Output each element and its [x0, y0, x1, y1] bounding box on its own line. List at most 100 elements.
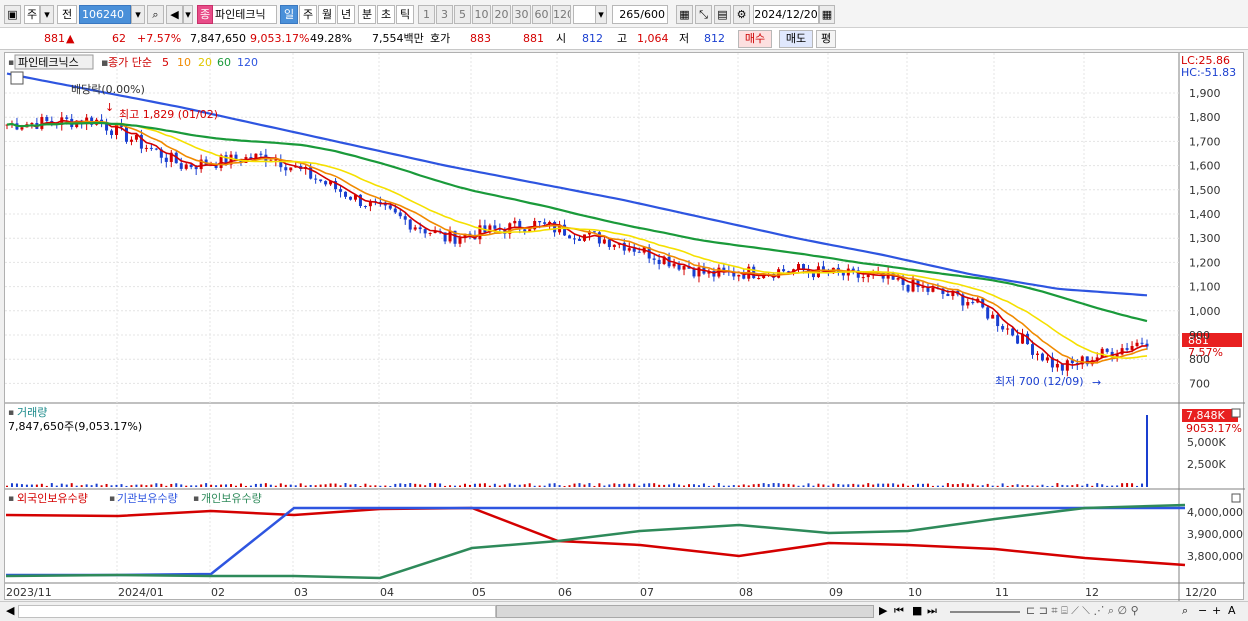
- search-icon[interactable]: ⌕: [147, 5, 164, 24]
- count-display[interactable]: 265/600: [612, 5, 668, 24]
- volume-bar: [558, 485, 561, 487]
- volume-bar: [1006, 485, 1009, 487]
- gear-icon[interactable]: ⚙: [733, 5, 750, 24]
- volume-bar: [946, 483, 949, 487]
- volume-bar: [190, 485, 193, 487]
- interval-10[interactable]: 10: [472, 5, 491, 24]
- sell-button[interactable]: 매도: [779, 30, 813, 48]
- volume-title[interactable]: 거래량: [17, 406, 47, 419]
- candle: [423, 229, 427, 234]
- volume-bar: [314, 485, 317, 487]
- price-tick-label: 1,400: [1189, 208, 1221, 221]
- period-month[interactable]: 월: [318, 5, 336, 24]
- speaker-icon[interactable]: ◀: [166, 5, 183, 24]
- candle: [1120, 348, 1124, 355]
- zoom-slider[interactable]: [950, 611, 1020, 613]
- candle: [672, 263, 676, 267]
- volume-bar: [344, 483, 347, 487]
- interval-30[interactable]: 30: [512, 5, 531, 24]
- volume-bar: [653, 483, 656, 487]
- scroll-right-icon[interactable]: ▶: [879, 604, 887, 617]
- volume-bar: [678, 484, 681, 487]
- stop-icon[interactable]: ■: [912, 604, 922, 617]
- volume-bar: [215, 485, 218, 487]
- buy-button[interactable]: 매수: [738, 30, 772, 48]
- holding-lines: [5, 503, 1186, 580]
- code-dropdown-icon[interactable]: ▾: [131, 5, 145, 24]
- price-tick-label: 800: [1189, 353, 1210, 366]
- volume-bar: [603, 485, 606, 487]
- period-minute[interactable]: 분: [358, 5, 376, 24]
- interval-20[interactable]: 20: [492, 5, 511, 24]
- tool-grid-icon[interactable]: ▦: [676, 5, 693, 24]
- speaker-dropdown-icon[interactable]: ▾: [183, 5, 193, 24]
- minus-icon[interactable]: −: [1198, 604, 1207, 617]
- current-price: 881: [44, 32, 65, 45]
- volume-bar: [1051, 485, 1054, 487]
- volume-close-icon[interactable]: [1231, 408, 1241, 418]
- market-select[interactable]: 주: [24, 5, 40, 24]
- interval-120[interactable]: 120: [552, 5, 571, 24]
- table-icon[interactable]: [10, 71, 24, 85]
- candle: [607, 239, 611, 248]
- volume-bar: [468, 484, 471, 487]
- candle: [388, 205, 392, 209]
- last-page-icon[interactable]: ⏭: [927, 604, 937, 618]
- volume-bar: [628, 483, 631, 487]
- interval-3[interactable]: 3: [436, 5, 453, 24]
- stock-code-input[interactable]: 106240: [79, 5, 131, 24]
- candle: [398, 212, 402, 217]
- calendar-icon[interactable]: ▦: [819, 5, 835, 24]
- plus-icon[interactable]: +: [1212, 604, 1221, 617]
- scroll-left-icon[interactable]: ◀: [6, 604, 14, 617]
- interval-60[interactable]: 60: [532, 5, 551, 24]
- volume-bar: [444, 485, 447, 487]
- volume-bar: [727, 485, 730, 487]
- save-icon[interactable]: ▤: [714, 5, 731, 24]
- volume-bar: [364, 483, 367, 487]
- font-icon[interactable]: A: [1228, 604, 1236, 617]
- price-panel-title[interactable]: 파인테크닉스: [18, 56, 79, 69]
- individual-holding-label[interactable]: 개인보유수량: [201, 492, 262, 505]
- first-page-icon[interactable]: ⏮: [894, 604, 904, 618]
- hc-label: HC:-51.83: [1181, 66, 1236, 79]
- interval-dropdown-icon[interactable]: ▾: [595, 5, 607, 24]
- avg-button[interactable]: 평: [816, 30, 836, 48]
- volume-bar: [439, 483, 442, 487]
- market-dropdown-icon[interactable]: ▾: [40, 5, 54, 24]
- type-select[interactable]: 전: [57, 5, 77, 24]
- period-second[interactable]: 초: [377, 5, 395, 24]
- period-tick[interactable]: 틱: [396, 5, 414, 24]
- chart-area[interactable]: ▪ 파인테크닉스 ▪ 종가 단순 5 10 20 60 120 배당락(0.00…: [4, 52, 1245, 601]
- ma-label[interactable]: 종가 단순: [108, 56, 152, 69]
- foreign-holding-label[interactable]: 외국인보유수량: [17, 492, 88, 505]
- tool-icons[interactable]: ⊏ ⊐ ⌗ ⌸ ⟋ ⟍ ⋰ ⌕ ∅ ⚲: [1026, 604, 1139, 618]
- volume-bar: [976, 485, 979, 487]
- volume-bar: [155, 483, 158, 487]
- volume-bar: [95, 483, 98, 487]
- period-week[interactable]: 주: [299, 5, 317, 24]
- price-tick-label: 1,500: [1189, 184, 1221, 197]
- volume-bar: [80, 485, 83, 487]
- price-tick-label: 1,600: [1189, 160, 1221, 173]
- volume-bar: [473, 483, 476, 487]
- tool-line-icon[interactable]: ⤡: [695, 5, 712, 24]
- candle: [1130, 346, 1134, 350]
- scroll-track[interactable]: [18, 605, 496, 618]
- volume-bar: [389, 485, 392, 487]
- institution-holding-label[interactable]: 기관보유수량: [117, 492, 178, 505]
- interval-5[interactable]: 5: [454, 5, 471, 24]
- period-year[interactable]: 년: [337, 5, 355, 24]
- layout-icon[interactable]: ▣: [4, 5, 21, 24]
- interval-1[interactable]: 1: [418, 5, 435, 24]
- volume-bar: [1071, 485, 1074, 487]
- date-input[interactable]: 2024/12/20: [753, 5, 819, 24]
- volume-bar: [1091, 485, 1094, 487]
- candle: [577, 238, 581, 241]
- chart-svg[interactable]: ▪ 파인테크닉스 ▪ 종가 단순 5 10 20 60 120 배당락(0.00…: [5, 53, 1245, 601]
- holding-close-icon[interactable]: [1231, 493, 1241, 503]
- period-day[interactable]: 일: [280, 5, 298, 24]
- zoom-icon[interactable]: ⌕: [1182, 604, 1188, 618]
- scroll-thumb[interactable]: [496, 605, 874, 618]
- volume-bar: [1061, 484, 1064, 487]
